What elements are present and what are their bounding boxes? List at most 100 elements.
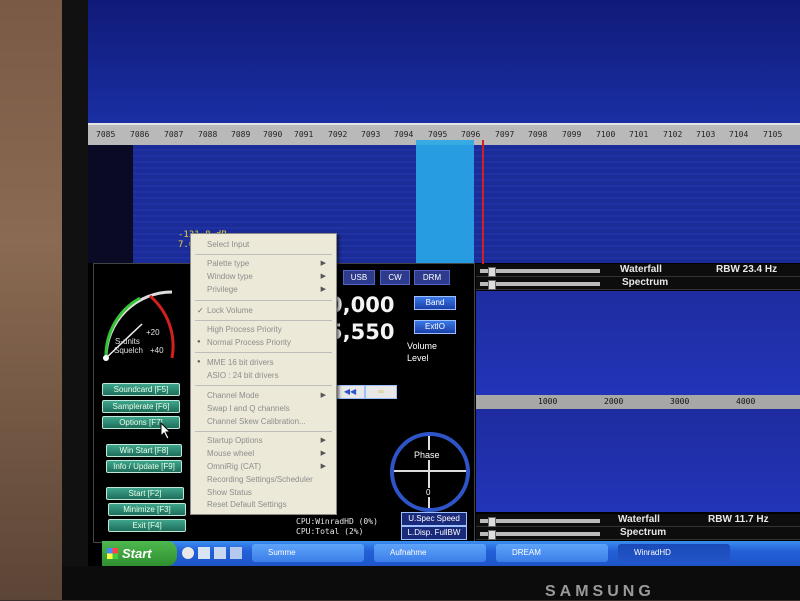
menu-item-omnirig[interactable]: OmniRig (CAT) ▶ [207, 462, 332, 471]
lower-spectrum-display[interactable] [476, 409, 800, 512]
quicklaunch-icon[interactable] [198, 547, 210, 559]
extio-button[interactable]: ExtIO [414, 320, 456, 334]
windows-logo-icon [107, 548, 118, 559]
ruler-tick: 7088 [198, 130, 218, 139]
lower-spectrum-slider-knob[interactable] [488, 530, 496, 540]
level-label: Level [407, 353, 429, 363]
ruler-tick: 7102 [663, 130, 683, 139]
frequency-display-main[interactable]: 0,000 [328, 293, 394, 317]
samplerate-button[interactable]: Samplerate [F6] [102, 400, 180, 413]
ruler-tick: 7098 [528, 130, 548, 139]
submenu-arrow-icon: ▶ [320, 392, 326, 399]
taskbar-item-winradhd[interactable]: WinradHD [618, 544, 730, 562]
phase-zero-label: 0 [426, 488, 431, 497]
upper-spec-speed-button[interactable]: U.Spec Speed [401, 512, 467, 526]
mode-cw-button[interactable]: CW [380, 270, 410, 285]
band-button[interactable]: Band [414, 296, 456, 310]
menu-item-swap-iq[interactable]: Swap I and Q channels [207, 404, 290, 413]
quicklaunch-icon[interactable] [230, 547, 242, 559]
menu-item-select-input[interactable]: Select Input [207, 240, 249, 249]
menu-item-asio-drivers[interactable]: ASIO : 24 bit drivers [207, 371, 279, 380]
passband-filter[interactable] [416, 140, 474, 264]
mouse-cursor-icon [160, 422, 172, 440]
phase-dial[interactable]: Phase 0 [390, 432, 470, 512]
lower-spectrum-slider[interactable] [480, 532, 600, 536]
lower-waterfall-slider[interactable] [480, 519, 600, 523]
lower-display-fullbw-button[interactable]: L.Disp. FullBW [401, 526, 467, 540]
submenu-arrow-icon: ▶ [320, 463, 326, 470]
tuning-marker[interactable] [482, 140, 484, 264]
menu-item-show-status[interactable]: Show Status [207, 488, 252, 497]
ruler-tick: 7100 [596, 130, 616, 139]
menu-item-recording-settings[interactable]: Recording Settings/Scheduler [207, 475, 313, 484]
phase-crosshair-horizontal [394, 470, 466, 472]
upper-spectrum-slider[interactable] [480, 282, 600, 286]
lower-rbw-label[interactable]: RBW 11.7 Hz [708, 514, 769, 525]
soundcard-button[interactable]: Soundcard [F5] [102, 383, 180, 396]
ruler-tick: 7105 [763, 130, 783, 139]
submenu-arrow-icon: ▶ [320, 437, 326, 444]
taskbar-item-aufnahme[interactable]: Aufnahme [374, 544, 486, 562]
quicklaunch-icon[interactable] [214, 547, 226, 559]
monitor-brand-logo: SAMSUNG [545, 583, 655, 600]
lower-waterfall-slider-knob[interactable] [488, 517, 496, 527]
quicklaunch-icon[interactable] [182, 547, 194, 559]
taskbar-item-summe[interactable]: Summe [252, 544, 364, 562]
loop-button[interactable]: ∞ [365, 385, 397, 399]
frequency-display-offset[interactable]: 5,550 [328, 320, 394, 344]
menu-item-lock-volume[interactable]: Lock Volume [197, 306, 253, 315]
ruler-tick: 7101 [629, 130, 649, 139]
upper-spectrum-label: Spectrum [622, 277, 669, 288]
upper-rbw-label[interactable]: RBW 23.4 Hz [716, 264, 777, 275]
audio-frequency-ruler[interactable]: 1000 2000 3000 4000 [476, 395, 800, 409]
menu-item-mme-drivers[interactable]: MME 16 bit drivers [197, 358, 274, 367]
menu-item-channel-mode[interactable]: Channel Mode ▶ [207, 391, 332, 400]
s-units-label: S-units [115, 337, 140, 346]
info-update-button[interactable]: Info / Update [F9] [106, 460, 182, 473]
rewind-button[interactable]: ◀◀ [335, 385, 365, 399]
menu-item-palette-type[interactable]: Palette type ▶ [207, 259, 332, 268]
upper-waterfall-slider-knob[interactable] [488, 267, 496, 277]
ruler-tick: 7094 [394, 130, 414, 139]
menu-item-privilege[interactable]: Privilege ▶ [207, 285, 332, 294]
audio-ruler-tick: 2000 [604, 397, 624, 406]
minimize-button[interactable]: Minimize [F3] [108, 503, 186, 516]
s-plus40-label: +40 [150, 346, 164, 355]
win-start-button[interactable]: Win Start [F8] [106, 444, 182, 457]
exit-button[interactable]: Exit [F4] [108, 519, 186, 532]
mode-usb-button[interactable]: USB [343, 270, 375, 285]
upper-spectrum-display[interactable] [476, 291, 800, 395]
menu-item-startup-options[interactable]: Startup Options ▶ [207, 436, 332, 445]
ruler-tick: 7104 [729, 130, 749, 139]
ruler-tick: 7097 [495, 130, 515, 139]
ruler-tick: 7085 [96, 130, 116, 139]
monitor-screen: 7085 7086 7087 7088 7089 7090 7091 7092 … [88, 0, 800, 566]
menu-separator [195, 254, 332, 255]
upper-spectrum-slider-knob[interactable] [488, 280, 496, 290]
ruler-tick: 7093 [361, 130, 381, 139]
windows-taskbar: Start Summe Aufnahme DREAM WinradHD [102, 541, 800, 566]
submenu-arrow-icon: ▶ [320, 273, 326, 280]
cpu-total: CPU:Total (2%) [296, 527, 364, 536]
volume-label: Volume [407, 341, 438, 351]
menu-separator [195, 385, 332, 386]
ruler-tick: 7091 [294, 130, 314, 139]
upper-waterfall-slider[interactable] [480, 269, 600, 273]
upper-waterfall-label: Waterfall [620, 264, 662, 275]
lower-spectrum-label: Spectrum [620, 527, 667, 538]
menu-item-skew-calibration[interactable]: Channel Skew Calibration... [207, 417, 306, 426]
waterfall-left-margin [88, 145, 133, 263]
menu-item-window-type[interactable]: Window type ▶ [207, 272, 332, 281]
mode-drm-button[interactable]: DRM [414, 270, 450, 285]
menu-item-mouse-wheel[interactable]: Mouse wheel ▶ [207, 449, 332, 458]
start-menu-button[interactable]: Start [102, 541, 177, 566]
ruler-tick: 7099 [562, 130, 582, 139]
menu-item-high-priority[interactable]: High Process Priority [207, 325, 282, 334]
start-button[interactable]: Start [F2] [106, 487, 184, 500]
menu-item-reset-defaults[interactable]: Reset Default Settings [207, 500, 287, 509]
ruler-tick: 7090 [263, 130, 283, 139]
taskbar-item-dream[interactable]: DREAM [496, 544, 608, 562]
menu-item-normal-priority[interactable]: Normal Process Priority [197, 338, 291, 347]
waterfall-top-area[interactable] [88, 0, 800, 125]
menu-separator [195, 431, 332, 432]
